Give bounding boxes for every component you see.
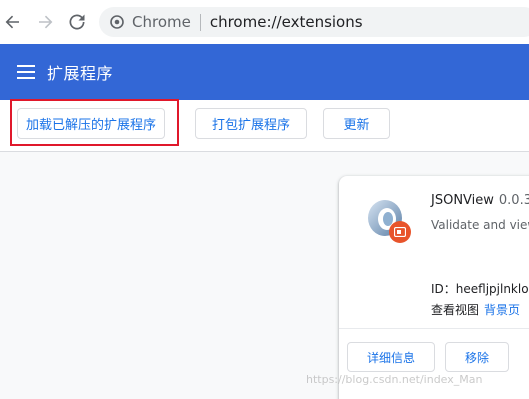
- developer-toolbar: 加载已解压的扩展程序 打包扩展程序 更新: [0, 100, 529, 152]
- inspect-views-row: 查看视图 背景页: [431, 301, 520, 318]
- extensions-header: 扩展程序: [0, 44, 529, 100]
- extension-id-value: heefljpjlnkloe: [455, 282, 529, 296]
- pack-extension-button[interactable]: 打包扩展程序: [195, 108, 307, 139]
- omnibox-site-label: Chrome: [132, 13, 191, 31]
- page-title: 扩展程序: [47, 64, 114, 83]
- forward-button[interactable]: [33, 10, 57, 34]
- chrome-info-icon[interactable]: [110, 15, 124, 29]
- background-page-link[interactable]: 背景页: [484, 303, 520, 317]
- reload-button[interactable]: [65, 10, 89, 34]
- arrow-left-icon: [5, 15, 19, 29]
- update-button[interactable]: 更新: [323, 108, 390, 139]
- omnibox-url[interactable]: chrome://extensions: [210, 13, 363, 31]
- details-button[interactable]: 详细信息: [347, 342, 435, 372]
- browser-toolbar: Chrome chrome://extensions: [0, 0, 529, 45]
- inspect-views-label: 查看视图: [431, 303, 480, 317]
- remove-button[interactable]: 移除: [445, 342, 509, 372]
- extension-card: JSONView 0.0.3 Validate and view ID：heefl…: [339, 176, 529, 399]
- extension-name-row: JSONView 0.0.3: [431, 193, 529, 208]
- reload-icon: [69, 14, 85, 30]
- back-button[interactable]: [1, 10, 25, 34]
- chrome-window: Chrome chrome://extensions 扩展程序 加载已解压的扩展…: [0, 0, 529, 399]
- extension-id-row: ID：heefljpjlnkloe: [431, 280, 529, 297]
- unpacked-badge-icon: [389, 221, 411, 243]
- extension-version: 0.0.3: [498, 193, 529, 208]
- card-divider: [339, 328, 529, 329]
- extension-name: JSONView: [431, 193, 494, 208]
- address-bar[interactable]: Chrome chrome://extensions: [99, 7, 529, 37]
- omnibox-separator: [199, 13, 201, 31]
- arrow-right-icon: [39, 15, 53, 29]
- extension-id-label: ID：: [431, 282, 456, 296]
- load-unpacked-button[interactable]: 加载已解压的扩展程序: [17, 108, 165, 139]
- hamburger-menu-icon[interactable]: [17, 65, 35, 79]
- extension-description: Validate and view: [431, 218, 529, 232]
